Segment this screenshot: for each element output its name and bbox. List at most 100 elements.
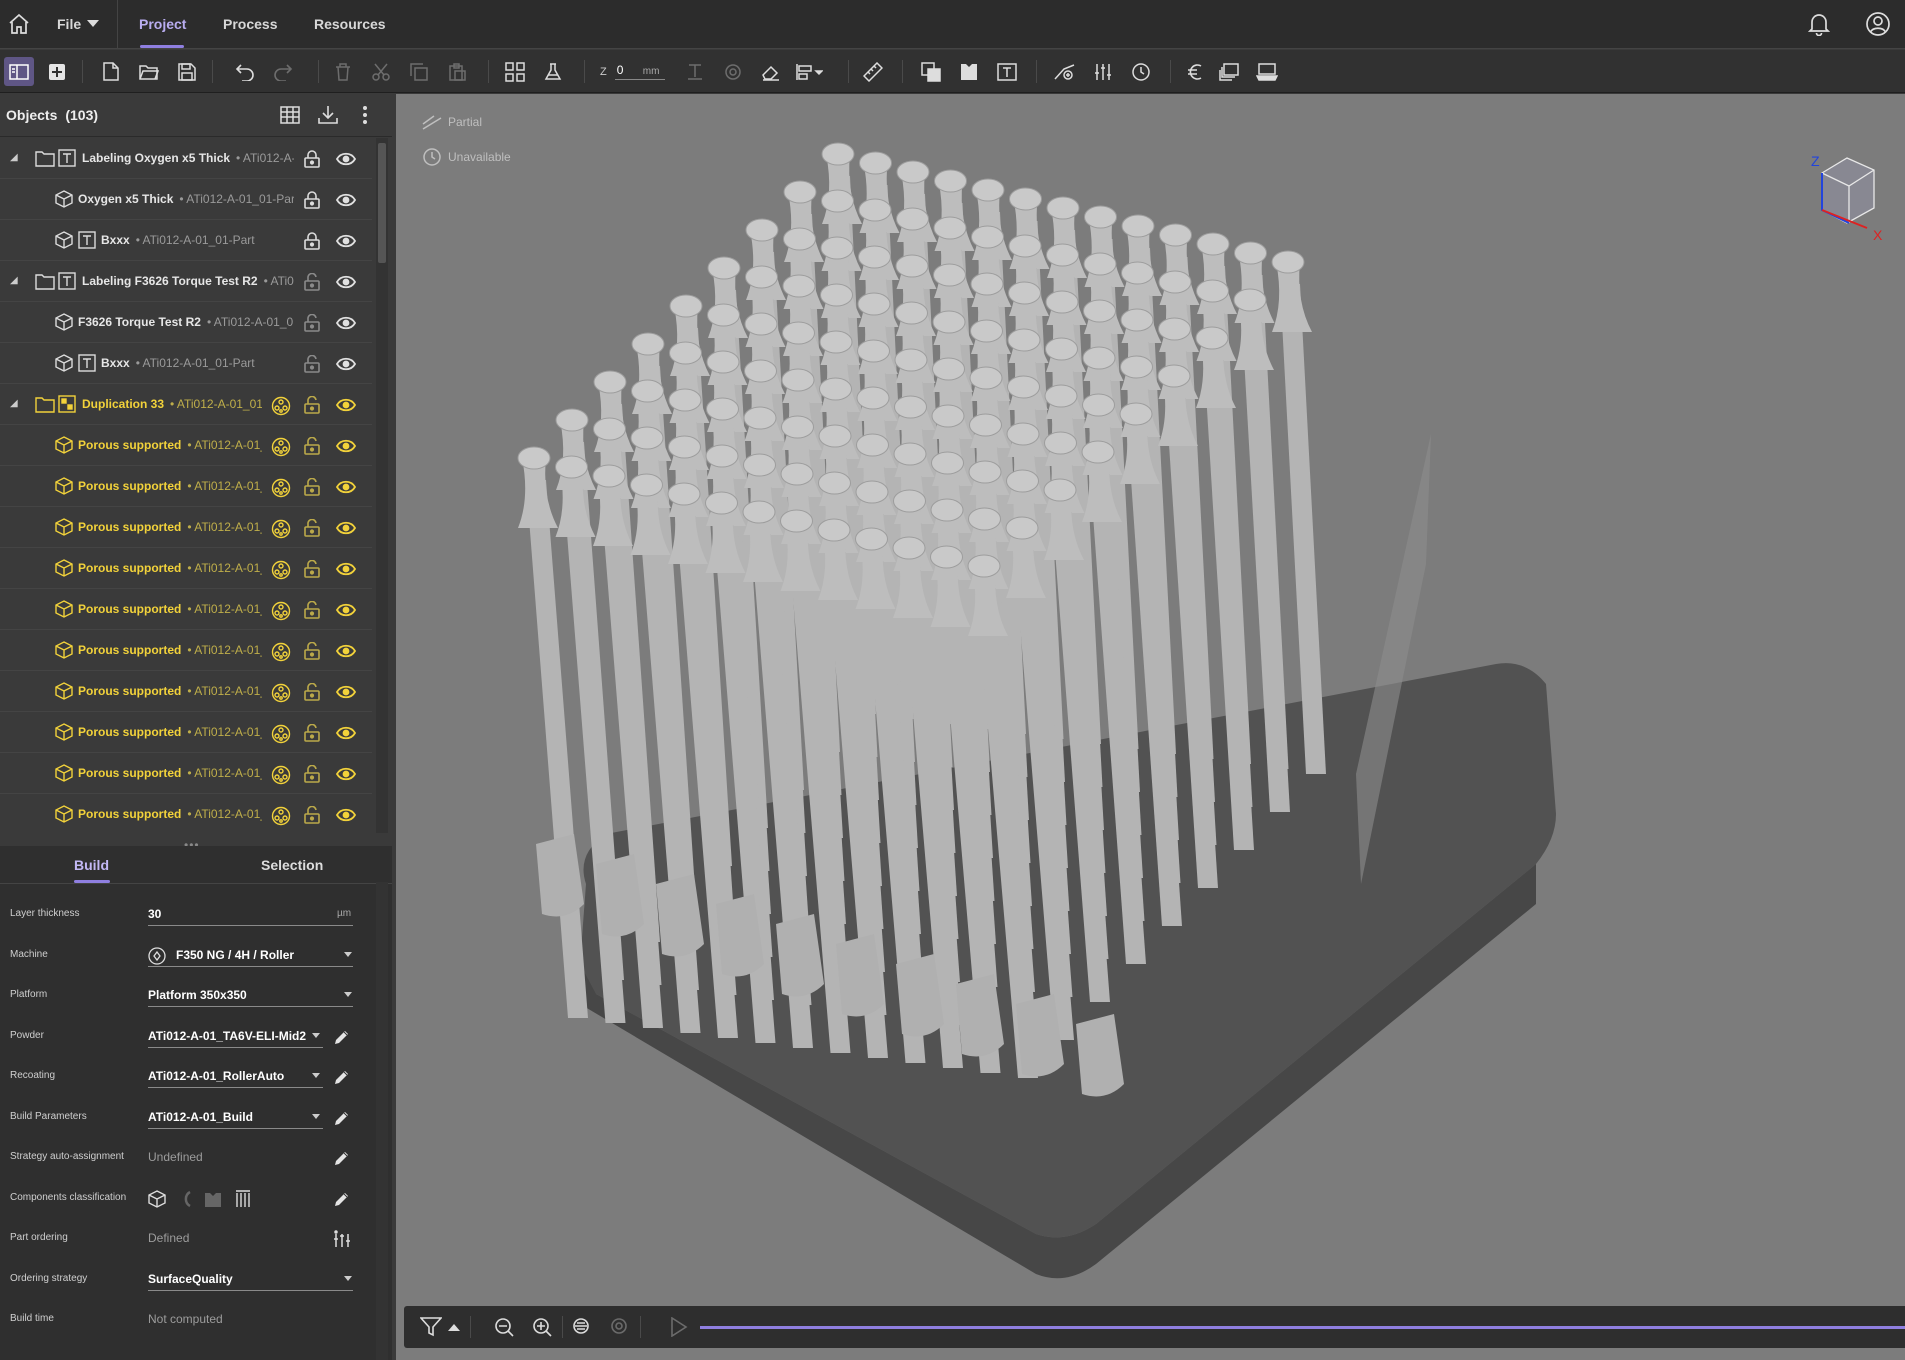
cut-icon[interactable] — [366, 50, 396, 93]
edit-pencil-icon[interactable] — [333, 1109, 351, 1127]
property-value[interactable]: ATi012-A-01_Build — [148, 1097, 318, 1137]
import-icon[interactable] — [318, 105, 338, 125]
object-row[interactable]: F3626 Torque Test R2 • ATi012-A-01_0 — [0, 302, 372, 343]
object-row[interactable]: ◢ Duplication 33 • ATi012-A-01_01 — [0, 384, 372, 425]
classification-icons[interactable] — [148, 1189, 252, 1208]
edit-pencil-icon[interactable] — [333, 1028, 351, 1046]
unlock-icon[interactable] — [304, 437, 320, 455]
visibility-eye-icon[interactable] — [336, 480, 356, 494]
orientation-cube[interactable]: Z X — [1802, 148, 1892, 248]
visibility-eye-icon[interactable] — [336, 152, 356, 166]
unlock-icon[interactable] — [304, 273, 320, 291]
expand-arrow-icon[interactable]: ◢ — [10, 398, 18, 409]
unlock-icon[interactable] — [304, 396, 320, 414]
objects-scrollbar[interactable] — [376, 138, 388, 833]
visibility-eye-icon[interactable] — [336, 685, 356, 699]
object-row[interactable]: Porous supported • ATi012-A-01_ — [0, 548, 372, 589]
arrange-icon[interactable] — [500, 50, 530, 93]
dropdown-arrow-icon[interactable] — [344, 951, 352, 957]
zoom-in-icon[interactable] — [532, 1306, 552, 1348]
visibility-eye-icon[interactable] — [336, 726, 356, 740]
euro-icon[interactable] — [1180, 50, 1210, 93]
edit-pencil-icon[interactable] — [333, 1190, 351, 1208]
object-row[interactable]: Porous supported • ATi012-A-01_ — [0, 712, 372, 753]
visibility-eye-icon[interactable] — [336, 193, 356, 207]
object-row[interactable]: ◢ Labeling F3626 Torque Test R2 • ATi0' — [0, 261, 372, 302]
unlock-icon[interactable] — [304, 765, 320, 783]
undo-icon[interactable] — [230, 50, 260, 93]
visibility-eye-icon[interactable] — [336, 398, 356, 412]
paste-icon[interactable] — [442, 50, 472, 93]
object-row[interactable]: Porous supported • ATi012-A-01_ — [0, 425, 372, 466]
dropdown-arrow-icon[interactable] — [312, 1073, 320, 1078]
object-row[interactable]: Oxygen x5 Thick • ATi012-A-01_01-Par — [0, 179, 372, 220]
open-folder-icon[interactable] — [134, 50, 164, 93]
dropdown-arrow-icon[interactable] — [344, 992, 352, 997]
lock-icon[interactable] — [304, 191, 320, 209]
edit-pencil-icon[interactable] — [333, 1068, 351, 1086]
tab-resources[interactable]: Resources — [314, 0, 386, 48]
delete-icon[interactable] — [328, 50, 358, 93]
dropdown-arrow-icon[interactable] — [344, 1275, 352, 1281]
object-row[interactable]: Porous supported • ATi012-A-01_ — [0, 753, 372, 794]
new-file-icon[interactable] — [96, 50, 126, 93]
object-row[interactable]: Porous supported • ATi012-A-01_ — [0, 671, 372, 712]
tab-project[interactable]: Project — [139, 0, 186, 48]
table-view-icon[interactable] — [280, 105, 300, 125]
visibility-eye-icon[interactable] — [336, 275, 356, 289]
unlock-icon[interactable] — [304, 560, 320, 578]
property-value[interactable]: 30 — [148, 894, 328, 934]
zoom-fit-icon[interactable] — [572, 1306, 592, 1348]
panel-toggle-icon[interactable] — [4, 57, 34, 86]
home-icon[interactable] — [6, 11, 32, 37]
unlock-icon[interactable] — [304, 601, 320, 619]
tab-selection[interactable]: Selection — [261, 846, 323, 884]
lock-icon[interactable] — [304, 150, 320, 168]
bell-icon[interactable] — [1808, 12, 1830, 36]
object-row[interactable]: Porous supported • ATi012-A-01_ — [0, 794, 372, 833]
object-row[interactable]: ◢ Labeling Oxygen x5 Thick • ATi012-A-( — [0, 138, 372, 179]
object-row[interactable]: Bxxx • ATi012-A-01_01-Part — [0, 220, 372, 261]
dropdown-arrow-icon[interactable] — [312, 1113, 320, 1119]
more-options-icon[interactable] — [362, 105, 368, 125]
build-platform-model[interactable] — [396, 94, 1905, 1360]
zoom-selection-icon[interactable] — [610, 1306, 630, 1348]
property-value[interactable]: Platform 350x350 — [148, 975, 328, 1015]
property-value[interactable]: F350 NG / 4H / Roller — [176, 935, 328, 975]
visibility-eye-icon[interactable] — [336, 357, 356, 371]
tab-build[interactable]: Build — [74, 846, 109, 884]
tab-process[interactable]: Process — [223, 0, 277, 48]
object-row[interactable]: Bxxx • ATi012-A-01_01-Part — [0, 343, 372, 384]
filter-expand-icon[interactable] — [448, 1306, 460, 1348]
expand-arrow-icon[interactable]: ◢ — [10, 275, 18, 286]
path-icon[interactable] — [1050, 50, 1080, 93]
dropdown-arrow-icon[interactable] — [312, 1032, 320, 1038]
object-row[interactable]: Porous supported • ATi012-A-01_ — [0, 507, 372, 548]
object-row[interactable]: Porous supported • ATi012-A-01_ — [0, 466, 372, 507]
redo-icon[interactable] — [268, 50, 298, 93]
visibility-eye-icon[interactable] — [336, 808, 356, 822]
account-icon[interactable] — [1865, 11, 1891, 37]
property-value[interactable]: ATi012-A-01_RollerAuto — [148, 1056, 318, 1096]
play-icon[interactable] — [670, 1306, 688, 1348]
layer-slider-track[interactable] — [700, 1326, 1905, 1329]
add-icon[interactable] — [42, 50, 72, 93]
unlock-icon[interactable] — [304, 478, 320, 496]
unlock-icon[interactable] — [304, 519, 320, 537]
visibility-eye-icon[interactable] — [336, 316, 356, 330]
3d-viewport[interactable]: Partial Unavailable Z X — [396, 94, 1905, 1360]
unlock-icon[interactable] — [304, 806, 320, 824]
z-height-field[interactable]: Z 0 mm — [600, 50, 665, 93]
unlock-icon[interactable] — [304, 642, 320, 660]
unlock-icon[interactable] — [304, 314, 320, 332]
property-value[interactable]: ATi012-A-01_TA6V-ELI-Mid2 — [148, 1016, 318, 1056]
layers-icon[interactable] — [1214, 50, 1244, 93]
unlock-icon[interactable] — [304, 683, 320, 701]
visibility-eye-icon[interactable] — [336, 644, 356, 658]
save-icon[interactable] — [172, 50, 202, 93]
visibility-eye-icon[interactable] — [336, 234, 356, 248]
clock-icon[interactable] — [1126, 50, 1156, 93]
lock-icon[interactable] — [304, 232, 320, 250]
filter-icon[interactable] — [420, 1306, 442, 1348]
unlock-icon[interactable] — [304, 355, 320, 373]
